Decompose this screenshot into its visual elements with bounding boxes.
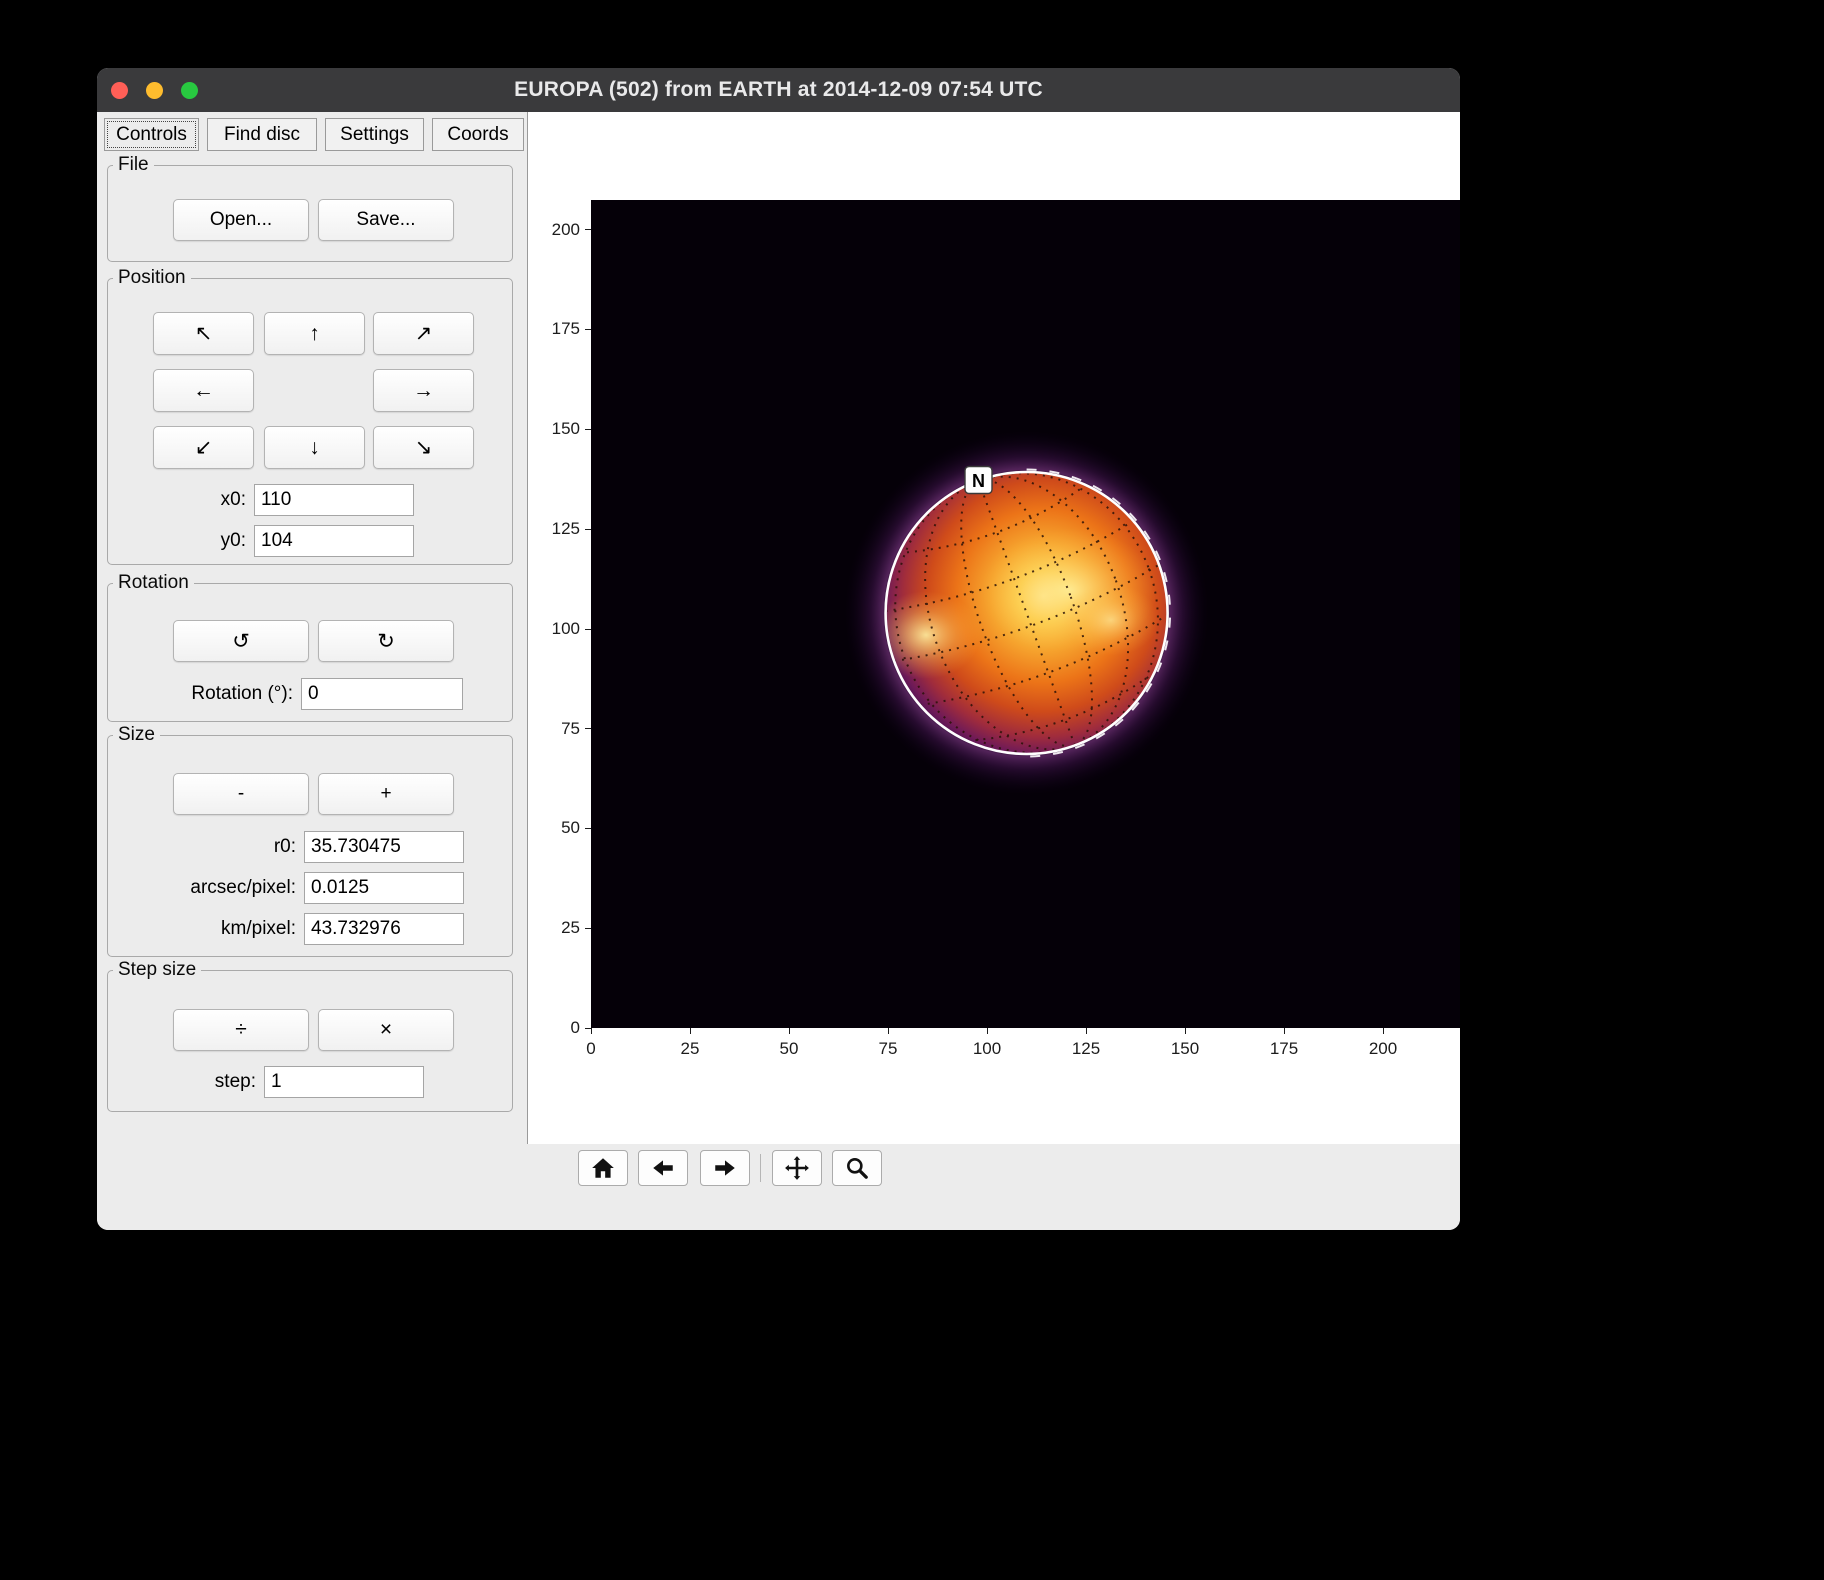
size-group-label: Size — [113, 724, 160, 746]
x-tick-label: 125 — [1056, 1038, 1116, 1060]
step-multiply-button[interactable]: × — [318, 1009, 454, 1051]
rotation-label: Rotation (°): — [108, 678, 293, 710]
x-tick-label: 150 — [1155, 1038, 1215, 1060]
step-label: step: — [108, 1066, 256, 1098]
y-tick-label: 75 — [536, 718, 580, 740]
x-tick — [1284, 1028, 1285, 1034]
rotate-ccw-button[interactable]: ↺ — [173, 620, 309, 662]
x-tick-label: 25 — [660, 1038, 720, 1060]
tab-controls[interactable]: Controls — [104, 118, 199, 151]
svg-text:N: N — [972, 471, 985, 491]
x-tick — [1383, 1028, 1384, 1034]
back-arrow-icon — [650, 1155, 676, 1181]
nav-toolbar — [97, 1144, 1460, 1230]
position-group-label: Position — [113, 267, 191, 289]
r0-label: r0: — [108, 831, 296, 863]
size-plus-button[interactable]: + — [318, 773, 454, 815]
move-down-right-button[interactable]: ↘ — [373, 426, 474, 469]
forward-arrow-icon — [712, 1155, 738, 1181]
step-divide-button[interactable]: ÷ — [173, 1009, 309, 1051]
x-tick — [888, 1028, 889, 1034]
rotation-field[interactable] — [301, 678, 463, 710]
titlebar: EUROPA (502) from EARTH at 2014-12-09 07… — [97, 68, 1460, 112]
window-title: EUROPA (502) from EARTH at 2014-12-09 07… — [514, 78, 1043, 102]
arcsec-per-pixel-field[interactable] — [304, 872, 464, 904]
km-per-pixel-field[interactable] — [304, 913, 464, 945]
x0-label: x0: — [108, 484, 246, 516]
europa-image[interactable]: N — [591, 200, 1460, 1028]
save-button[interactable]: Save... — [318, 199, 454, 241]
size-group: Size - + r0: arcsec/pixel: km/pixel: — [107, 735, 513, 957]
y-tick-label: 175 — [536, 318, 580, 340]
toolbar-separator — [760, 1154, 761, 1182]
x-tick-label: 100 — [957, 1038, 1017, 1060]
size-minus-button[interactable]: - — [173, 773, 309, 815]
y-tick-label: 0 — [536, 1017, 580, 1039]
x-tick — [1086, 1028, 1087, 1034]
figure-canvas[interactable]: 200 175 150 125 100 75 50 25 0 0 25 50 7… — [527, 112, 1460, 1144]
y-tick-label: 200 — [536, 219, 580, 241]
rotation-group: Rotation ↺ ↻ Rotation (°): — [107, 583, 513, 722]
europa-disc-rendering: N — [591, 200, 1460, 1028]
step-field[interactable] — [264, 1066, 424, 1098]
x-tick — [789, 1028, 790, 1034]
file-group: File Open... Save... — [107, 165, 513, 262]
x-tick — [1185, 1028, 1186, 1034]
forward-button[interactable] — [700, 1150, 750, 1186]
close-button[interactable] — [111, 82, 128, 99]
tab-find-disc[interactable]: Find disc — [207, 118, 317, 151]
rotate-cw-button[interactable]: ↻ — [318, 620, 454, 662]
open-button[interactable]: Open... — [173, 199, 309, 241]
x-tick — [690, 1028, 691, 1034]
move-up-right-button[interactable]: ↗ — [373, 312, 474, 355]
arcsec-per-pixel-label: arcsec/pixel: — [108, 872, 296, 904]
x-tick — [591, 1028, 592, 1034]
x-tick-label: 75 — [858, 1038, 918, 1060]
y-tick-label: 150 — [536, 418, 580, 440]
x-tick-label: 50 — [759, 1038, 819, 1060]
magnifier-icon — [844, 1155, 870, 1181]
y-tick-label: 125 — [536, 518, 580, 540]
x-tick — [987, 1028, 988, 1034]
desktop-background: EUROPA (502) from EARTH at 2014-12-09 07… — [0, 0, 1824, 1580]
move-down-left-button[interactable]: ↙ — [153, 426, 254, 469]
y0-field[interactable] — [254, 525, 414, 557]
y-tick-label: 50 — [536, 817, 580, 839]
x-tick-label: 200 — [1353, 1038, 1413, 1060]
position-group: Position ↖ ↑ ↗ ← → ↙ ↓ ↘ x0: y0: — [107, 278, 513, 565]
app-window: EUROPA (502) from EARTH at 2014-12-09 07… — [97, 68, 1460, 1230]
north-pole-marker: N — [965, 467, 992, 494]
x-tick-label: 175 — [1254, 1038, 1314, 1060]
step-size-group: Step size ÷ × step: — [107, 970, 513, 1112]
zoom-button[interactable] — [832, 1150, 882, 1186]
x-tick-label: 0 — [561, 1038, 621, 1060]
y0-label: y0: — [108, 525, 246, 557]
tab-settings[interactable]: Settings — [325, 118, 424, 151]
x0-field[interactable] — [254, 484, 414, 516]
y-tick-label: 25 — [536, 917, 580, 939]
pan-icon — [784, 1155, 810, 1181]
minimize-button[interactable] — [146, 82, 163, 99]
step-size-group-label: Step size — [113, 959, 201, 981]
move-up-left-button[interactable]: ↖ — [153, 312, 254, 355]
move-right-button[interactable]: → — [373, 369, 474, 412]
tab-coords[interactable]: Coords — [432, 118, 524, 151]
home-button[interactable] — [578, 1150, 628, 1186]
move-up-button[interactable]: ↑ — [264, 312, 365, 355]
move-down-button[interactable]: ↓ — [264, 426, 365, 469]
y-tick-label: 100 — [536, 618, 580, 640]
km-per-pixel-label: km/pixel: — [108, 913, 296, 945]
pan-button[interactable] — [772, 1150, 822, 1186]
rotation-group-label: Rotation — [113, 572, 194, 594]
traffic-lights — [111, 68, 198, 112]
file-group-label: File — [113, 154, 154, 176]
move-left-button[interactable]: ← — [153, 369, 254, 412]
maximize-button[interactable] — [181, 82, 198, 99]
back-button[interactable] — [638, 1150, 688, 1186]
r0-field[interactable] — [304, 831, 464, 863]
home-icon — [590, 1155, 616, 1181]
